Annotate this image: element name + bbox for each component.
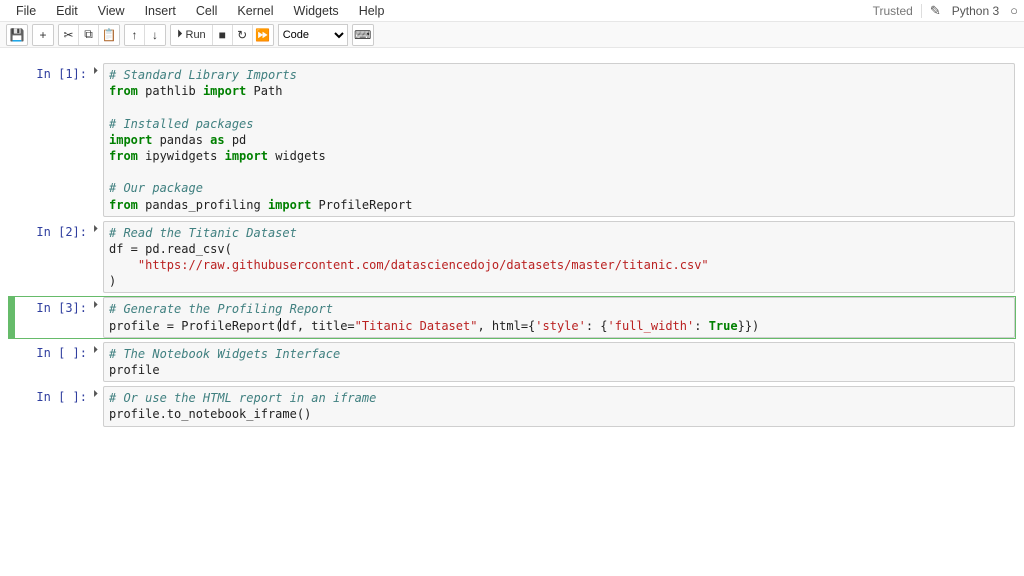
menu-insert[interactable]: Insert — [135, 1, 186, 21]
cell-prompt: In [1]: — [15, 63, 93, 217]
cell-prompt: In [ ]: — [15, 386, 93, 426]
notebook-container: In [1]: ⏵ # Standard Library Imports fro… — [0, 48, 1024, 442]
command-palette-button[interactable]: ⌨ — [353, 25, 373, 45]
cell-prompt: In [ ]: — [15, 342, 93, 382]
code-cell[interactable]: In [ ]: ⏵ # Or use the HTML report in an… — [8, 385, 1016, 427]
copy-button[interactable]: ⧉ — [79, 25, 99, 45]
save-button[interactable]: 💾 — [7, 25, 27, 45]
code-input[interactable]: # Standard Library Imports from pathlib … — [103, 63, 1015, 217]
menu-widgets[interactable]: Widgets — [284, 1, 349, 21]
code-input[interactable]: # Generate the Profiling Report profile … — [103, 297, 1015, 337]
cut-button[interactable]: ✂ — [59, 25, 79, 45]
move-up-button[interactable]: ↑ — [125, 25, 145, 45]
restart-run-all-button[interactable]: ⏩ — [253, 25, 273, 45]
add-cell-button[interactable]: + — [33, 25, 53, 45]
restart-button[interactable]: ↻ — [233, 25, 253, 45]
stop-button[interactable]: ■ — [213, 25, 233, 45]
code-cell[interactable]: In [2]: ⏵ # Read the Titanic Dataset df … — [8, 220, 1016, 295]
cut-icon: ✂ — [63, 28, 73, 42]
kernel-idle-icon[interactable]: ○ — [1010, 3, 1018, 18]
save-icon: 💾 — [10, 28, 25, 42]
arrow-up-icon: ↑ — [132, 28, 138, 42]
menu-right: Trusted ✎ Python 3 ○ — [873, 3, 1018, 19]
menu-kernel[interactable]: Kernel — [227, 1, 283, 21]
text-cursor-icon — [280, 318, 281, 331]
menubar: File Edit View Insert Cell Kernel Widget… — [0, 0, 1024, 22]
run-label: Run — [186, 29, 206, 41]
run-icon: ⏵ — [177, 28, 183, 41]
menu-cell[interactable]: Cell — [186, 1, 228, 21]
cell-prompt: In [2]: — [15, 221, 93, 294]
kernel-name[interactable]: Python 3 — [949, 4, 1002, 18]
menu-help[interactable]: Help — [349, 1, 395, 21]
celltype-select[interactable]: Code — [278, 24, 348, 46]
stop-icon: ■ — [219, 28, 226, 42]
fastforward-icon: ⏩ — [255, 28, 270, 42]
code-line: # Standard Library Imports — [109, 68, 297, 82]
run-cell-icon[interactable]: ⏵ — [93, 221, 103, 294]
menu-file[interactable]: File — [6, 1, 46, 21]
code-cell[interactable]: In [ ]: ⏵ # The Notebook Widgets Interfa… — [8, 341, 1016, 383]
paste-button[interactable]: 📋 — [99, 25, 119, 45]
run-cell-icon[interactable]: ⏵ — [93, 297, 103, 337]
code-cell[interactable]: In [1]: ⏵ # Standard Library Imports fro… — [8, 62, 1016, 218]
code-cell-selected[interactable]: In [3]: ⏵ # Generate the Profiling Repor… — [8, 296, 1016, 338]
run-cell-icon[interactable]: ⏵ — [93, 63, 103, 217]
menu-edit[interactable]: Edit — [46, 1, 88, 21]
toolbar: 💾 + ✂ ⧉ 📋 ↑ ↓ ⏵Run ■ ↻ ⏩ Code ⌨ — [0, 22, 1024, 48]
menu-view[interactable]: View — [88, 1, 135, 21]
trusted-indicator[interactable]: Trusted — [873, 4, 922, 18]
copy-icon: ⧉ — [84, 27, 93, 42]
keyboard-icon: ⌨ — [354, 28, 371, 42]
run-cell-icon[interactable]: ⏵ — [93, 342, 103, 382]
cell-prompt: In [3]: — [15, 297, 93, 337]
paste-icon: 📋 — [102, 28, 117, 42]
edit-icon[interactable]: ✎ — [930, 3, 941, 19]
restart-icon: ↻ — [237, 28, 247, 42]
code-input[interactable]: # Or use the HTML report in an iframe pr… — [103, 386, 1015, 426]
move-down-button[interactable]: ↓ — [145, 25, 165, 45]
run-button[interactable]: ⏵Run — [171, 25, 213, 45]
plus-icon: + — [39, 28, 46, 42]
menu-left: File Edit View Insert Cell Kernel Widget… — [6, 1, 394, 21]
code-input[interactable]: # Read the Titanic Dataset df = pd.read_… — [103, 221, 1015, 294]
code-input[interactable]: # The Notebook Widgets Interface profile — [103, 342, 1015, 382]
arrow-down-icon: ↓ — [152, 28, 158, 42]
run-cell-icon[interactable]: ⏵ — [93, 386, 103, 426]
